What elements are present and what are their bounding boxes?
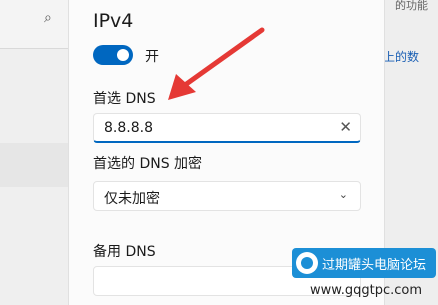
preferred-dns-label: 首选 DNS — [93, 91, 156, 107]
preferred-dns-value: 8.8.8.8 — [104, 120, 153, 136]
ipv4-toggle[interactable] — [93, 45, 133, 65]
clear-icon[interactable]: ✕ — [339, 118, 352, 136]
preferred-encryption-select[interactable]: 仅未加密 ⌄ — [93, 181, 361, 211]
background-search-strip: ⌕ — [0, 0, 68, 49]
background-selected-row — [0, 143, 68, 187]
chevron-down-icon: ⌄ — [338, 188, 348, 201]
background-text: 的功能 — [395, 0, 428, 12]
search-icon[interactable]: ⌕ — [44, 10, 52, 26]
ipv4-toggle-label: 开 — [145, 49, 159, 65]
watermark-logo-icon — [296, 252, 318, 274]
preferred-dns-input[interactable]: 8.8.8.8 ✕ — [93, 113, 361, 143]
watermark-text: 过期罐头电脑论坛 — [322, 258, 427, 273]
background-left-panel: ⌕ — [0, 0, 68, 305]
watermark-url: www.gqgtpc.com — [310, 283, 422, 298]
watermark-badge: 过期罐头电脑论坛 — [292, 248, 436, 278]
toggle-knob — [117, 49, 129, 61]
background-link[interactable]: 上的数 — [383, 48, 419, 65]
alternate-dns-label: 备用 DNS — [93, 244, 156, 260]
preferred-encryption-value: 仅未加密 — [104, 191, 160, 207]
preferred-encryption-label: 首选的 DNS 加密 — [93, 156, 203, 172]
ipv4-title: IPv4 — [93, 10, 134, 32]
